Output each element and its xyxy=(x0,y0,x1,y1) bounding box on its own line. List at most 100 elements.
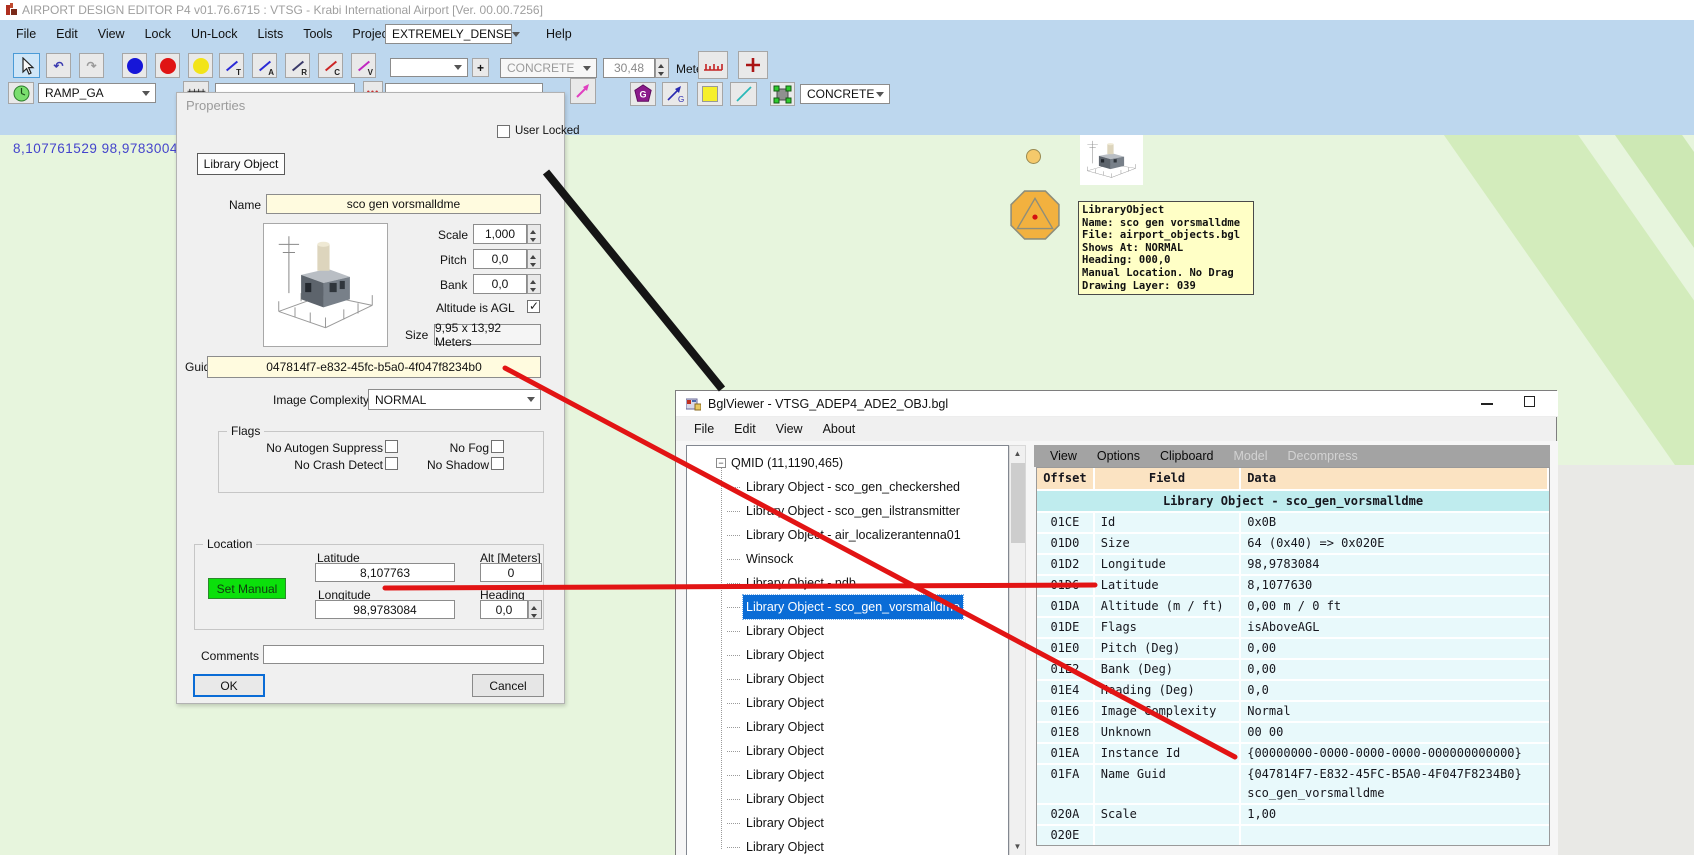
latitude-field[interactable]: 8,107763 xyxy=(315,563,455,582)
tree-item[interactable]: Library Object xyxy=(687,787,1008,811)
scroll-down-icon[interactable]: ▼ xyxy=(1010,839,1025,855)
alt-field[interactable]: 0 xyxy=(480,563,542,582)
tree-item[interactable]: Library Object - ndb xyxy=(687,571,1008,595)
arrow-g-tool-button[interactable]: G xyxy=(662,82,688,106)
menu-item[interactable]: File xyxy=(684,422,724,436)
tab-library-object[interactable]: Library Object xyxy=(197,153,285,175)
tree-item[interactable]: Library Object xyxy=(687,643,1008,667)
red-point-tool-button[interactable] xyxy=(155,53,180,78)
tree-item[interactable]: Library Object - sco_gen_vorsmalldme xyxy=(687,594,1008,620)
tree-item[interactable]: Library Object xyxy=(687,667,1008,691)
select-tool-button[interactable] xyxy=(13,53,40,78)
empty-dropdown[interactable] xyxy=(390,58,468,77)
tree-item[interactable]: Library Object xyxy=(687,835,1008,855)
no-shadow-checkbox[interactable] xyxy=(491,457,504,470)
tree-item[interactable]: Library Object xyxy=(687,619,1008,643)
line-tool-button[interactable]: T xyxy=(219,53,244,78)
maximize-button[interactable] xyxy=(1524,396,1535,407)
ramp-type-dropdown[interactable]: RAMP_GA xyxy=(38,83,156,103)
menu-item-help[interactable]: Help xyxy=(536,27,582,41)
bglviewer-titlebar[interactable]: BglViewer - VTSG_ADEP4_ADE2_OBJ.bgl xyxy=(676,391,1558,417)
name-field[interactable]: sco gen vorsmalldme xyxy=(266,194,541,214)
pitch-field[interactable]: 0,0 xyxy=(473,249,527,269)
tree-item[interactable]: Library Object - sco_gen_ilstransmitter xyxy=(687,499,1008,523)
menu-item[interactable]: File xyxy=(6,27,46,41)
menu-item[interactable]: Lists xyxy=(248,27,294,41)
tree-scrollbar[interactable]: ▲ ▼ xyxy=(1009,445,1026,855)
image-complexity-dropdown[interactable]: NORMAL xyxy=(368,389,541,410)
line-tool-button[interactable]: A xyxy=(252,53,277,78)
scale-field[interactable]: 1,000 xyxy=(473,224,527,244)
cancel-button[interactable]: Cancel xyxy=(472,674,544,697)
bank-spinner[interactable] xyxy=(527,274,541,294)
tree-item[interactable]: Library Object xyxy=(687,763,1008,787)
heading-spinner[interactable] xyxy=(528,600,542,619)
tree-item[interactable]: Library Object - air_localizerantenna01 xyxy=(687,523,1008,547)
minimize-button[interactable] xyxy=(1481,403,1493,405)
agl-checkbox[interactable] xyxy=(527,299,540,313)
scale-spinner[interactable] xyxy=(527,224,541,244)
properties-dialog[interactable]: Properties User Locked Library Object Na… xyxy=(176,92,580,704)
add-button[interactable]: + xyxy=(472,58,489,77)
menu-item[interactable]: Edit xyxy=(724,422,766,436)
comments-field[interactable] xyxy=(263,645,544,664)
panel-menu-item[interactable]: Clipboard xyxy=(1150,449,1224,463)
undo-button[interactable]: ↶ xyxy=(46,53,71,78)
guid-field[interactable]: 047814f7-e832-45fc-b5a0-4f047f8234b0 xyxy=(207,356,541,378)
line-tool-button[interactable]: C xyxy=(318,53,343,78)
menu-item[interactable]: Un-Lock xyxy=(181,27,248,41)
width-spinner[interactable] xyxy=(655,58,669,78)
no-crash-checkbox[interactable] xyxy=(385,457,398,470)
table-cell-offset: 01E8 xyxy=(1037,723,1095,742)
user-locked-checkbox[interactable] xyxy=(497,125,510,138)
tree-item[interactable]: Library Object - sco_gen_checkershed xyxy=(687,475,1008,499)
set-manual-button[interactable]: Set Manual xyxy=(208,578,286,599)
vor-dme-symbol[interactable] xyxy=(1009,189,1061,241)
heading-field[interactable]: 0,0 xyxy=(480,600,528,619)
menu-item[interactable]: View xyxy=(766,422,813,436)
menu-item[interactable]: About xyxy=(813,422,866,436)
width-value-field[interactable]: 30,48 xyxy=(603,58,655,78)
line-tool-button[interactable]: V xyxy=(351,53,376,78)
scroll-up-icon[interactable]: ▲ xyxy=(1010,446,1025,462)
size-label: Size xyxy=(405,328,429,342)
tree-root-node[interactable]: − QMID (11,1190,465) xyxy=(687,451,1008,475)
no-autogen-checkbox[interactable] xyxy=(385,440,398,453)
tree-item[interactable]: Winsock xyxy=(687,547,1008,571)
panel-menu-item[interactable]: Options xyxy=(1087,449,1150,463)
surface-dropdown[interactable]: CONCRETE xyxy=(500,58,597,78)
collapse-icon[interactable]: − xyxy=(716,458,726,468)
redo-button[interactable]: ↷ xyxy=(79,53,104,78)
teal-line-tool-button[interactable] xyxy=(730,82,757,106)
ok-button[interactable]: OK xyxy=(193,674,265,697)
scrollbar-thumb[interactable] xyxy=(1011,463,1025,543)
vector-tool-button[interactable] xyxy=(570,78,596,104)
pitch-spinner[interactable] xyxy=(527,249,541,269)
density-dropdown[interactable]: EXTREMELY_DENSE xyxy=(385,24,520,44)
tree-item[interactable]: Library Object xyxy=(687,811,1008,835)
menu-item[interactable]: Edit xyxy=(46,27,88,41)
guid-poly-tool-button[interactable]: G xyxy=(630,82,656,106)
tree-item[interactable]: Library Object xyxy=(687,739,1008,763)
yellow-fill-tool-button[interactable] xyxy=(697,82,723,106)
bank-field[interactable]: 0,0 xyxy=(473,274,527,294)
add-cross-tool-button[interactable] xyxy=(738,51,768,79)
app-titlebar[interactable]: AIRPORT DESIGN EDITOR P4 v01.76.6715 : V… xyxy=(0,0,1694,20)
no-fog-checkbox[interactable] xyxy=(491,440,504,453)
ramp-tool-button[interactable] xyxy=(8,82,34,104)
panel-menu-item[interactable]: View xyxy=(1040,449,1087,463)
menu-item[interactable]: View xyxy=(88,27,135,41)
blue-point-tool-button[interactable] xyxy=(122,53,147,78)
polygon-select-tool-button[interactable] xyxy=(770,82,795,106)
longitude-field[interactable]: 98,9783084 xyxy=(315,600,455,619)
line-tool-button[interactable]: R xyxy=(285,53,310,78)
menu-item[interactable]: Lock xyxy=(135,27,181,41)
surface2-dropdown[interactable]: CONCRETE xyxy=(800,84,890,104)
table-cell-field: Pitch (Deg) xyxy=(1095,639,1242,658)
yellow-point-tool-button[interactable] xyxy=(188,53,213,78)
tree-item[interactable]: Library Object xyxy=(687,691,1008,715)
tree-item[interactable]: Library Object xyxy=(687,715,1008,739)
menu-item[interactable]: Tools xyxy=(293,27,342,41)
measure-tool-button[interactable] xyxy=(698,51,728,79)
map-point-marker[interactable] xyxy=(1026,149,1041,164)
